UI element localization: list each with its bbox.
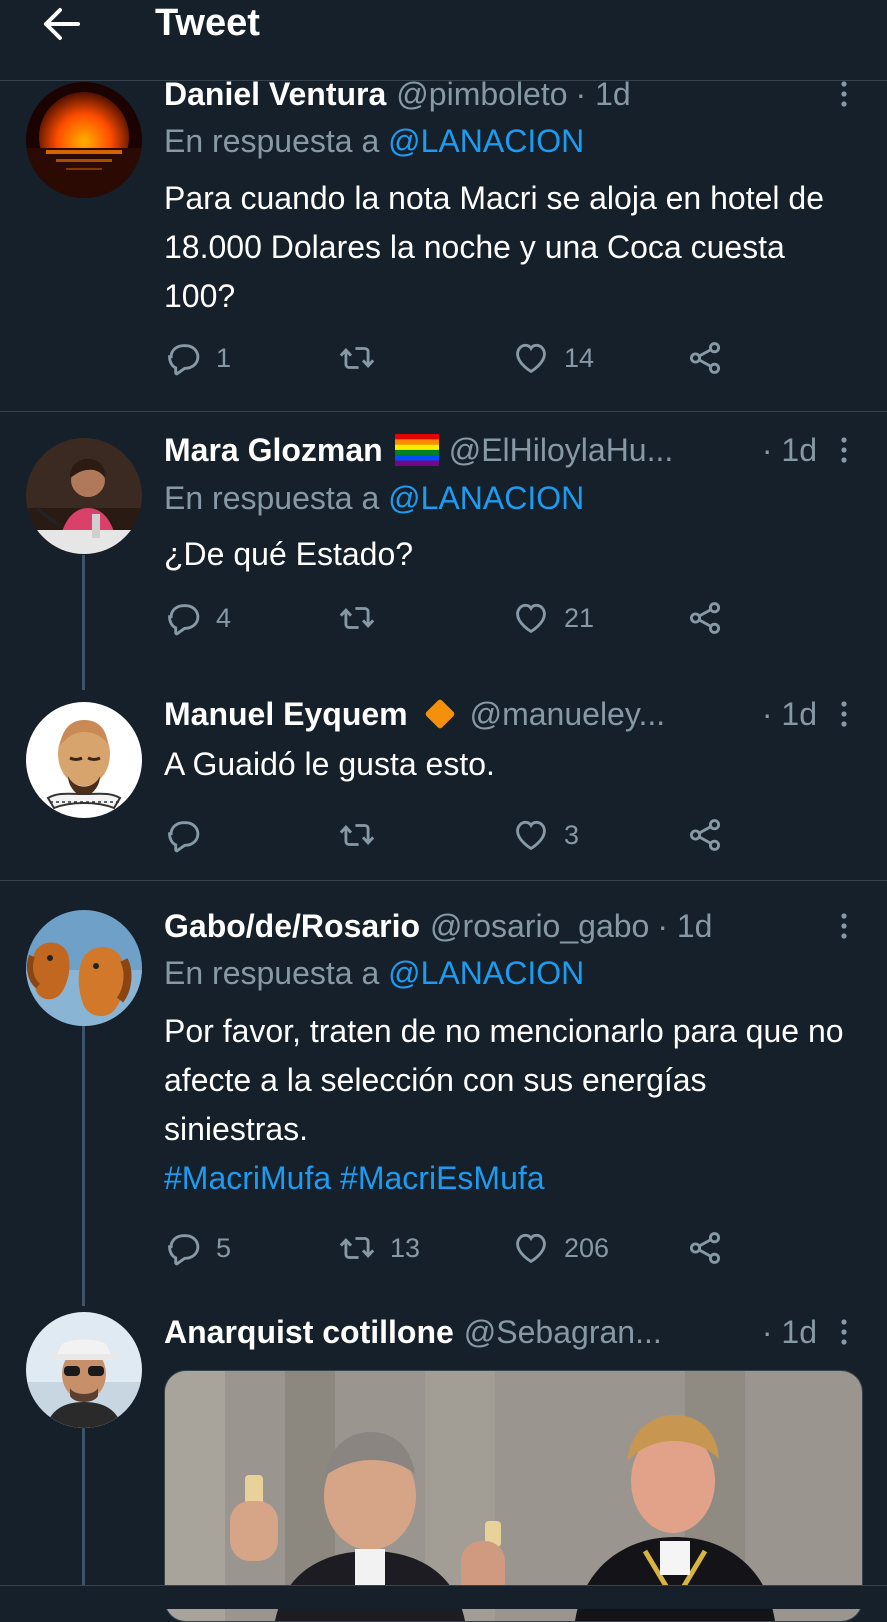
tweet-header: Gabo/de/Rosario @rosario_gabo · 1d [164,904,851,948]
reply-button[interactable] [164,815,216,855]
like-button[interactable]: 3 [512,815,579,855]
reply-count: 1 [216,342,232,373]
page-title: Tweet [155,2,260,44]
reply-icon [164,599,202,637]
reply-prefix: En respuesta a [164,480,380,516]
author-handle[interactable]: @rosario_gabo [430,908,649,945]
tweet-text: Para cuando la nota Macri se aloja en ho… [164,180,824,314]
like-button[interactable]: 206 [512,1228,609,1268]
retweet-button[interactable] [338,815,390,855]
timestamp[interactable]: · 1d [576,76,631,113]
tweet-actions: 1 14 [164,338,764,378]
share-icon [686,816,724,854]
retweet-icon [338,1229,376,1267]
divider [0,411,887,412]
like-count: 206 [564,1232,610,1263]
timestamp[interactable]: · 1d [762,1314,817,1351]
share-icon [686,339,724,377]
reply-context: En respuesta a @LANACION [164,123,584,160]
reply-prefix: En respuesta a [164,955,380,991]
avatar[interactable] [26,82,142,198]
like-button[interactable]: 14 [512,338,594,378]
heart-icon [512,1229,550,1267]
thread-line [82,555,85,690]
author-name[interactable]: Manuel Eyquem [164,696,408,733]
author-handle[interactable]: @ElHiloylaHu... [449,432,674,469]
retweet-button[interactable] [338,338,390,378]
more-options-icon[interactable] [839,701,849,727]
author-handle[interactable]: @pimboleto [396,76,567,113]
share-button[interactable] [686,598,724,638]
author-name[interactable]: Gabo/de/Rosario [164,908,420,945]
tweet-header: Manuel Eyquem @manueley... · 1d [164,692,851,736]
retweet-button[interactable] [338,598,390,638]
tweet-actions: 4 21 [164,598,764,638]
reply-mention-link[interactable]: @LANACION [388,480,584,516]
thread-line [82,1428,85,1588]
tweet-header: Mara Glozman @ElHiloylaHu... · 1d [164,428,851,472]
reply-icon [164,1229,202,1267]
avatar[interactable] [26,702,142,818]
timestamp[interactable]: · 1d [762,696,817,733]
heart-icon [512,339,550,377]
reply-button[interactable]: 5 [164,1228,231,1268]
bottom-bar [0,1585,887,1609]
more-options-icon[interactable] [839,1319,849,1345]
reply-count: 5 [216,1232,232,1263]
avatar[interactable] [26,910,142,1026]
divider [0,880,887,881]
tweet-text: ¿De qué Estado? [164,536,414,572]
reply-mention-link[interactable]: @LANACION [388,955,584,991]
timestamp[interactable]: · 1d [762,432,817,469]
reply-button[interactable]: 4 [164,598,231,638]
more-options-icon[interactable] [839,81,849,107]
share-button[interactable] [686,1228,724,1268]
reply-context: En respuesta a @LANACION [164,955,584,992]
heart-icon [512,816,550,854]
top-app-bar: Tweet [0,0,887,81]
heart-icon [512,599,550,637]
like-count: 14 [564,342,595,373]
author-name[interactable]: Daniel Ventura [164,76,386,113]
tweet-text: A Guaidó le gusta esto. [164,746,495,782]
like-count: 3 [564,819,580,850]
reply-count: 4 [216,602,232,633]
rainbow-flag-icon [394,434,439,466]
tweet-actions: 5 13 206 [164,1228,764,1268]
author-handle[interactable]: @Sebagran... [464,1314,662,1351]
share-button[interactable] [686,815,724,855]
share-icon [686,599,724,637]
retweet-icon [338,599,376,637]
like-count: 21 [564,602,595,633]
reply-mention-link[interactable]: @LANACION [388,123,584,159]
like-button[interactable]: 21 [512,598,594,638]
more-options-icon[interactable] [839,437,849,463]
author-handle[interactable]: @manueley... [470,696,666,733]
author-name[interactable]: Mara Glozman [164,432,383,469]
more-options-icon[interactable] [839,913,849,939]
tweet-body: Por favor, traten de no mencionarlo para… [164,1013,844,1147]
share-icon [686,1229,724,1267]
reply-context: En respuesta a @LANACION [164,480,584,517]
retweet-icon [338,816,376,854]
thread-line [82,1026,85,1306]
avatar[interactable] [26,438,142,554]
retweet-icon [338,339,376,377]
retweet-count: 13 [390,1232,421,1263]
tweet-actions: 3 [164,815,764,855]
tweet-header: Anarquist cotillone @Sebagran... · 1d [164,1310,851,1354]
retweet-button[interactable]: 13 [338,1228,420,1268]
author-name[interactable]: Anarquist cotillone [164,1314,454,1351]
reply-icon [164,339,202,377]
timestamp[interactable]: · 1d [657,908,712,945]
reply-prefix: En respuesta a [164,123,380,159]
hashtag-links[interactable]: #MacriMufa #MacriEsMufa [164,1160,545,1196]
avatar[interactable] [26,1312,142,1428]
orange-diamond-icon [425,699,454,729]
reply-button[interactable]: 1 [164,338,231,378]
back-arrow-icon[interactable] [38,2,84,46]
reply-icon [164,816,202,854]
tweet-text: Por favor, traten de no mencionarlo para… [164,1007,854,1203]
share-button[interactable] [686,338,724,378]
